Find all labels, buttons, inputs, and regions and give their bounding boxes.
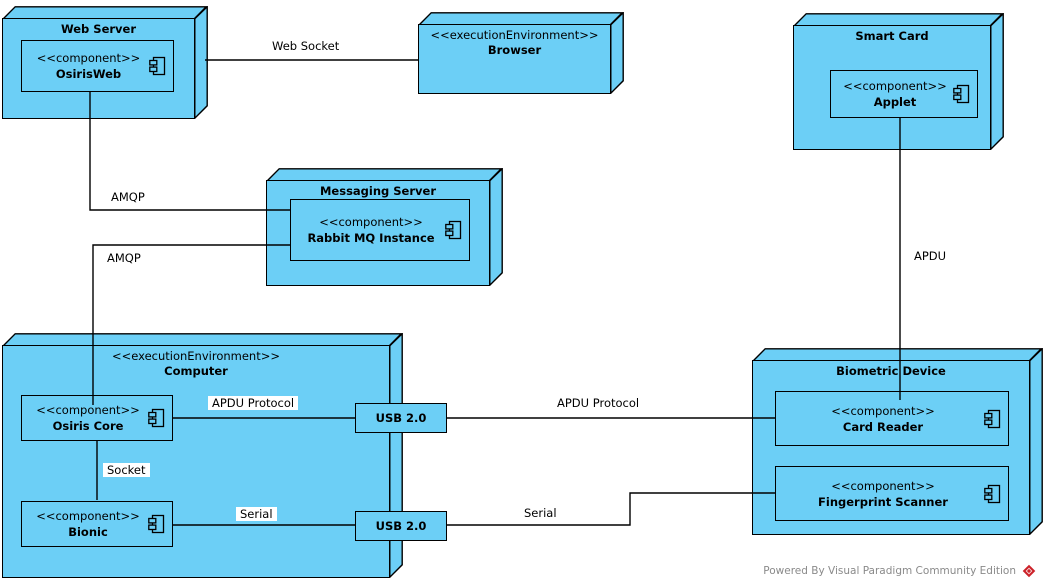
node-side-face — [610, 12, 624, 94]
uml-component-icon — [984, 409, 1001, 428]
uml-component-icon — [953, 84, 970, 104]
component-stereotype: <<component>> — [843, 79, 947, 93]
component-name: OsirisWeb — [55, 67, 122, 81]
component-text: <<component>> Rabbit MQ Instance — [291, 214, 469, 246]
artifact-usb-bottom[interactable]: USB 2.0 — [355, 511, 447, 541]
component-rabbit-mq-instance[interactable]: <<component>> Rabbit MQ Instance — [290, 199, 470, 261]
connector-label-apdu-protocol-right: APDU Protocol — [553, 396, 644, 410]
node-side-face — [1029, 348, 1043, 535]
component-name: Fingerprint Scanner — [818, 494, 948, 509]
artifact-usb-top[interactable]: USB 2.0 — [355, 403, 447, 433]
component-stereotype: <<component>> — [36, 51, 141, 65]
watermark: Powered By Visual Paradigm Community Edi… — [763, 564, 1036, 578]
watermark-text: Powered By Visual Paradigm Community Edi… — [763, 565, 1016, 577]
node-side-face — [489, 168, 503, 286]
connector-label-web-socket: Web Socket — [268, 39, 344, 53]
node-browser[interactable]: <<executionEnvironment>> Browser — [418, 12, 624, 94]
node-side-face — [194, 6, 208, 119]
uml-component-icon — [149, 56, 166, 76]
uml-component-icon — [148, 408, 165, 428]
component-name: Bionic — [68, 525, 108, 539]
component-name: Osiris Core — [52, 419, 124, 433]
uml-component-icon — [445, 220, 462, 240]
component-text: <<component>> Fingerprint Scanner — [776, 478, 1008, 510]
connector-label-socket: Socket — [103, 463, 150, 477]
connector-label-apdu: APDU — [910, 249, 951, 263]
connector-label-apdu-protocol-left: APDU Protocol — [208, 396, 299, 410]
connector-label-amqp-upper: AMQP — [107, 190, 149, 204]
component-osirisweb[interactable]: <<component>> OsirisWeb — [21, 40, 174, 92]
connector-label-serial-right: Serial — [520, 506, 561, 520]
deployment-diagram-canvas: Web Server <<component>> OsirisWeb <<exe… — [0, 0, 1044, 584]
component-name: Applet — [873, 95, 917, 109]
connector-label-serial-left: Serial — [236, 507, 277, 521]
component-text: <<component>> Card Reader — [776, 403, 1008, 435]
component-card-reader[interactable]: <<component>> Card Reader — [775, 391, 1009, 446]
component-fingerprint-scanner[interactable]: <<component>> Fingerprint Scanner — [775, 466, 1009, 521]
component-stereotype: <<component>> — [319, 215, 423, 229]
uml-component-icon — [148, 514, 165, 534]
node-side-face — [389, 333, 403, 578]
component-stereotype: <<component>> — [36, 403, 140, 417]
component-osiris-core[interactable]: <<component>> Osiris Core — [21, 395, 173, 441]
visual-paradigm-logo-icon — [1022, 564, 1036, 578]
component-name: Card Reader — [842, 419, 924, 434]
connector-label-amqp-lower: AMQP — [103, 251, 145, 265]
component-stereotype: <<component>> — [36, 509, 140, 523]
node-front-face — [418, 24, 611, 94]
node-side-face — [990, 13, 1004, 150]
uml-component-icon — [984, 484, 1001, 503]
component-bionic[interactable]: <<component>> Bionic — [21, 501, 173, 547]
component-name: Rabbit MQ Instance — [307, 231, 435, 245]
component-applet[interactable]: <<component>> Applet — [830, 70, 978, 118]
component-stereotype: <<component>> — [831, 403, 935, 418]
component-stereotype: <<component>> — [831, 478, 935, 493]
